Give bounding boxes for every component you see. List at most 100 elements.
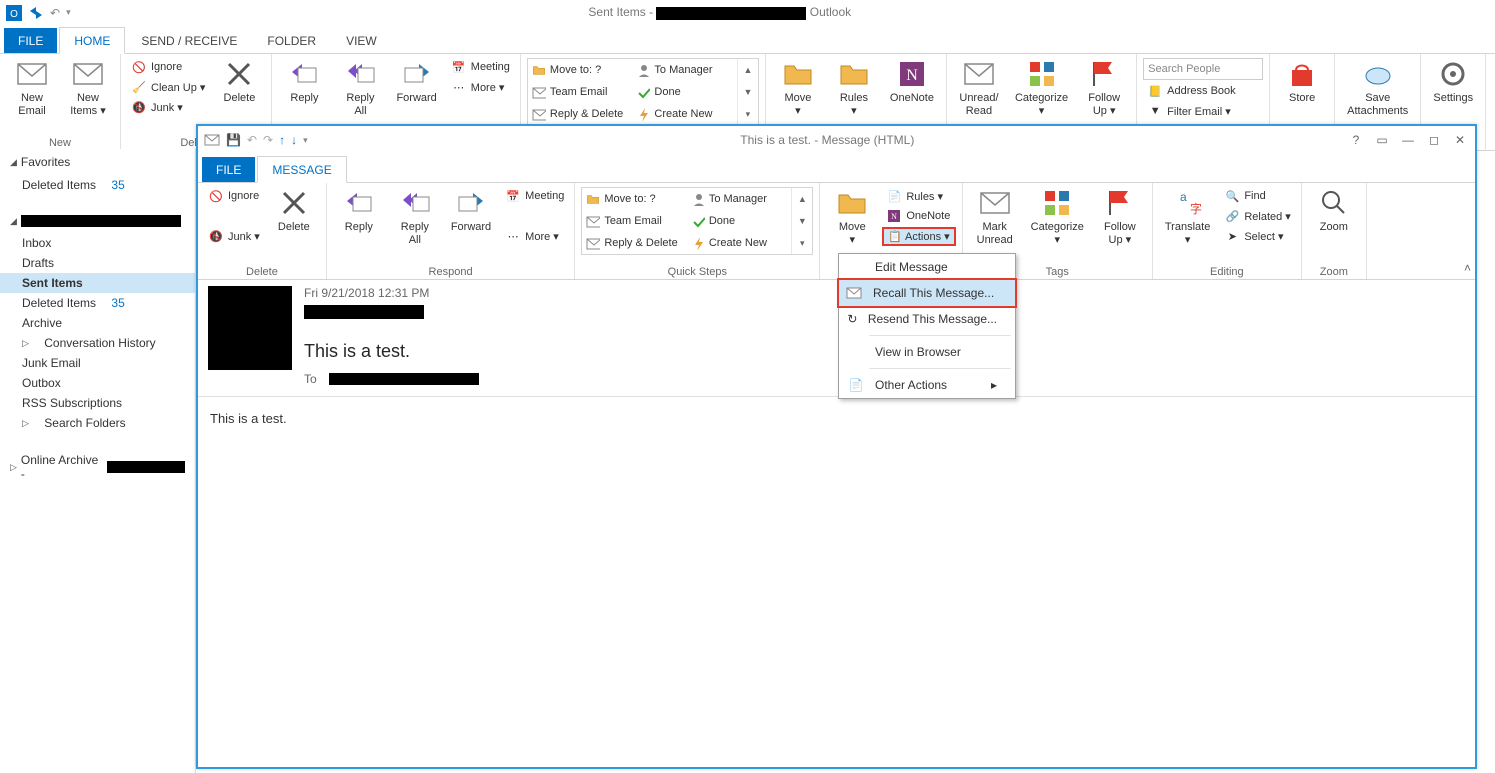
qs-down-icon[interactable]: ▼ [738, 81, 758, 103]
sidebar-drafts[interactable]: Drafts [0, 253, 195, 273]
tab-view[interactable]: VIEW [332, 28, 391, 53]
sidebar-archive[interactable]: Archive [0, 313, 195, 333]
onenote-button[interactable]: OneNote [884, 56, 940, 107]
menu-edit-message[interactable]: Edit Message [839, 254, 1015, 280]
forward-button[interactable]: Forward [390, 56, 442, 107]
save-attachments-button[interactable]: Save Attachments [1341, 56, 1414, 120]
junk-button[interactable]: 🚯Junk ▾ [127, 98, 209, 116]
tab-send-receive[interactable]: SEND / RECEIVE [127, 28, 251, 53]
msg-forward-button[interactable]: Forward [445, 185, 497, 236]
msg-next-icon[interactable]: ↓ [291, 133, 297, 147]
msg-actions-button[interactable]: 📋Actions ▾ [882, 227, 955, 246]
msg-select-button[interactable]: ➤Select ▾ [1220, 227, 1295, 245]
msg-save-icon[interactable]: 💾 [226, 133, 241, 147]
msg-qs-to-manager[interactable]: To Manager [687, 188, 792, 210]
msg-move-button[interactable]: Move ▾ [826, 185, 878, 249]
msg-followup-button[interactable]: Follow Up ▾ [1094, 185, 1146, 249]
msg-meeting-button[interactable]: 📅Meeting [501, 187, 568, 205]
send-receive-qat-icon[interactable] [28, 5, 44, 21]
sidebar-inbox[interactable]: Inbox [0, 233, 195, 253]
close-icon[interactable]: ✕ [1451, 133, 1469, 147]
qs-reply-delete[interactable]: Reply & Delete [528, 103, 633, 125]
msg-onenote-button[interactable]: OneNote [882, 207, 955, 225]
account-header[interactable]: ◢ [0, 209, 195, 233]
move-button[interactable]: Move ▾ [772, 56, 824, 120]
menu-recall-message[interactable]: Recall This Message... [837, 278, 1017, 308]
sidebar-junk-email[interactable]: Junk Email [0, 353, 195, 373]
search-people-input[interactable]: Search People [1143, 58, 1263, 80]
msg-qs-create-new[interactable]: Create New [687, 232, 792, 254]
msg-qs-team-email[interactable]: Team Email [582, 210, 687, 232]
online-archive-header[interactable]: ▷Online Archive - [0, 447, 195, 487]
rules-button[interactable]: Rules ▾ [828, 56, 880, 120]
minimize-icon[interactable]: — [1399, 133, 1417, 147]
sidebar-sent-items[interactable]: Sent Items [0, 273, 195, 293]
msg-reply-all-button[interactable]: Reply All [389, 185, 441, 249]
tab-folder[interactable]: FOLDER [253, 28, 330, 53]
msg-junk-button[interactable]: 🚯Junk ▾ [204, 227, 264, 245]
reply-all-button[interactable]: Reply All [334, 56, 386, 120]
sidebar-search-folders[interactable]: ▷ Search Folders [0, 413, 195, 433]
maximize-icon[interactable]: ◻ [1425, 133, 1443, 147]
qs-team-email[interactable]: Team Email [528, 81, 633, 103]
msg-qs-down-icon[interactable]: ▼ [792, 210, 812, 232]
msg-related-button[interactable]: 🔗Related ▾ [1220, 207, 1295, 225]
msg-undo-icon[interactable]: ↶ [247, 133, 257, 147]
msg-quick-steps-gallery[interactable]: Move to: ? Team Email Reply & Delete To … [581, 187, 813, 255]
new-email-button[interactable]: New Email [6, 56, 58, 120]
sidebar-outbox[interactable]: Outbox [0, 373, 195, 393]
msg-rules-button[interactable]: 📄Rules ▾ [882, 187, 955, 205]
msg-translate-button[interactable]: Translate ▾ [1159, 185, 1216, 249]
msg-delete-button[interactable]: Delete [268, 185, 320, 236]
favorites-header[interactable]: ◢Favorites [0, 149, 195, 175]
ignore-button[interactable]: 🚫Ignore [127, 58, 209, 76]
undo-qat-icon[interactable]: ↶ [50, 6, 60, 20]
settings-button[interactable]: Settings [1427, 56, 1479, 107]
msg-prev-icon[interactable]: ↑ [279, 133, 285, 147]
store-button[interactable]: Store [1276, 56, 1328, 107]
msg-qs-more-icon[interactable]: ▾ [792, 232, 812, 254]
more-respond-button[interactable]: ⋯More ▾ [447, 78, 514, 96]
tab-file[interactable]: FILE [4, 28, 57, 53]
msg-ignore-button[interactable]: 🚫Ignore [204, 187, 264, 205]
msg-more-button[interactable]: ⋯More ▾ [501, 227, 568, 245]
sidebar-rss[interactable]: RSS Subscriptions [0, 393, 195, 413]
cleanup-button[interactable]: 🧹Clean Up ▾ [127, 78, 209, 96]
msg-find-button[interactable]: 🔍Find [1220, 187, 1295, 205]
menu-view-in-browser[interactable]: View in Browser [839, 339, 1015, 365]
msg-qs-reply-delete[interactable]: Reply & Delete [582, 232, 687, 254]
address-book-button[interactable]: 📒Address Book [1143, 82, 1263, 100]
followup-button[interactable]: Follow Up ▾ [1078, 56, 1130, 120]
reply-button[interactable]: Reply [278, 56, 330, 107]
sidebar-deleted-items-fav[interactable]: Deleted Items 35 [0, 175, 195, 195]
delete-button[interactable]: Delete [213, 56, 265, 107]
sidebar-deleted-items[interactable]: Deleted Items 35 [0, 293, 195, 313]
sidebar-conversation-history[interactable]: ▷ Conversation History [0, 333, 195, 353]
msg-tab-message[interactable]: MESSAGE [257, 156, 346, 183]
unread-read-button[interactable]: Unread/ Read [953, 56, 1005, 120]
ribbon-collapse-icon[interactable]: ▭ [1373, 133, 1391, 147]
qs-create-new[interactable]: Create New [632, 103, 737, 125]
meeting-button[interactable]: 📅Meeting [447, 58, 514, 76]
qs-to-manager[interactable]: To Manager [632, 59, 737, 81]
menu-other-actions[interactable]: 📄Other Actions▸ [839, 372, 1015, 398]
msg-tab-file[interactable]: FILE [202, 157, 255, 182]
quick-steps-gallery[interactable]: Move to: ? Team Email Reply & Delete To … [527, 58, 759, 126]
qs-up-icon[interactable]: ▲ [738, 59, 758, 81]
msg-reply-button[interactable]: Reply [333, 185, 385, 236]
msg-qs-up-icon[interactable]: ▲ [792, 188, 812, 210]
help-icon[interactable]: ? [1347, 133, 1365, 147]
ribbon-expand-icon[interactable]: ˄ [1464, 261, 1471, 275]
msg-mark-unread-button[interactable]: Mark Unread [969, 185, 1021, 249]
categorize-button[interactable]: Categorize ▾ [1009, 56, 1074, 120]
qs-move-to[interactable]: Move to: ? [528, 59, 633, 81]
msg-zoom-button[interactable]: Zoom [1308, 185, 1360, 236]
filter-email-button[interactable]: ▼Filter Email ▾ [1143, 102, 1263, 120]
qs-more-icon[interactable]: ▾ [738, 103, 758, 125]
qs-done[interactable]: Done [632, 81, 737, 103]
new-items-button[interactable]: New Items ▾ [62, 56, 114, 120]
msg-categorize-button[interactable]: Categorize ▾ [1025, 185, 1090, 249]
msg-redo-icon[interactable]: ↷ [263, 133, 273, 147]
menu-resend-message[interactable]: ↻Resend This Message... [839, 306, 1015, 332]
msg-qs-move-to[interactable]: Move to: ? [582, 188, 687, 210]
